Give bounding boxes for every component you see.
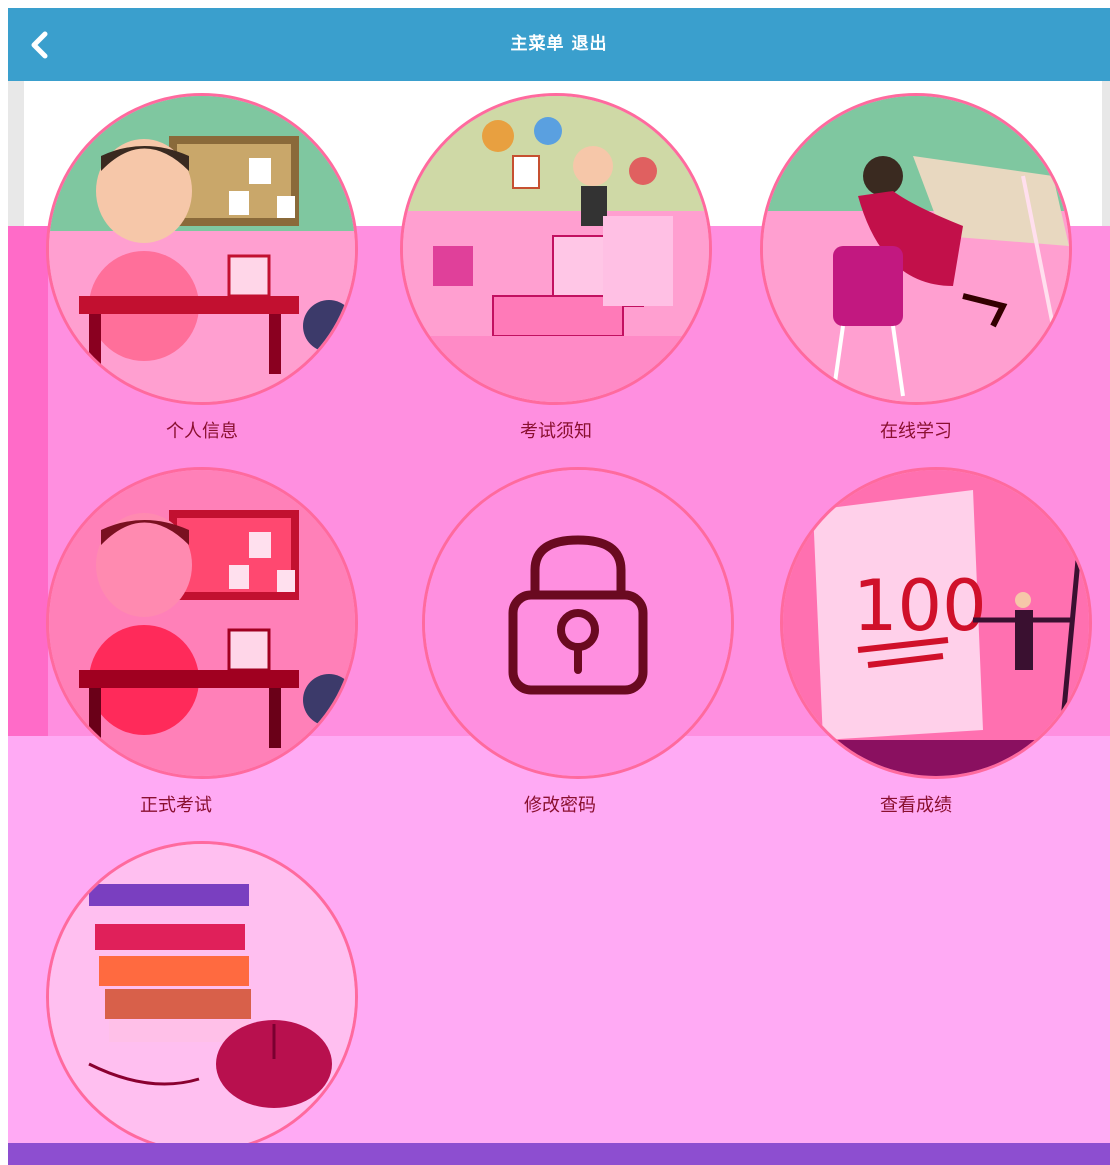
boy-at-desk-icon — [46, 93, 358, 405]
menu-item-label: 在线学习 — [880, 421, 952, 442]
menu-item-label: 个人信息 — [166, 421, 238, 442]
bottom-bar — [8, 1143, 1110, 1165]
menu-item-label: 查看成绩 — [880, 795, 952, 816]
page-title: 主菜单 退出 — [8, 8, 1110, 81]
top-bar: 主菜单 退出 — [8, 8, 1110, 81]
padlock-icon — [422, 467, 734, 779]
girl-studying-icon — [760, 93, 1072, 405]
menu-item-label: 考试须知 — [520, 421, 592, 442]
menu-grid: 个人信息 考试须知 在线学习 正式考试 修改密码 100 查看成绩 — [8, 81, 1110, 1143]
logout-link[interactable]: 退出 — [571, 34, 607, 54]
right-gutter — [1102, 81, 1110, 231]
left-gutter — [8, 81, 24, 231]
score-100-icon: 100 — [780, 467, 1092, 779]
svg-text:100: 100 — [853, 565, 987, 647]
menu-item-label: 修改密码 — [524, 795, 596, 816]
books-and-mouse-icon — [46, 841, 358, 1143]
menu-item-label: 正式考试 — [140, 795, 212, 816]
main-menu-link[interactable]: 主菜单 — [511, 34, 565, 54]
overlay-strip — [8, 226, 48, 736]
boy-at-desk-icon — [46, 467, 358, 779]
office-presentation-icon — [400, 93, 712, 405]
